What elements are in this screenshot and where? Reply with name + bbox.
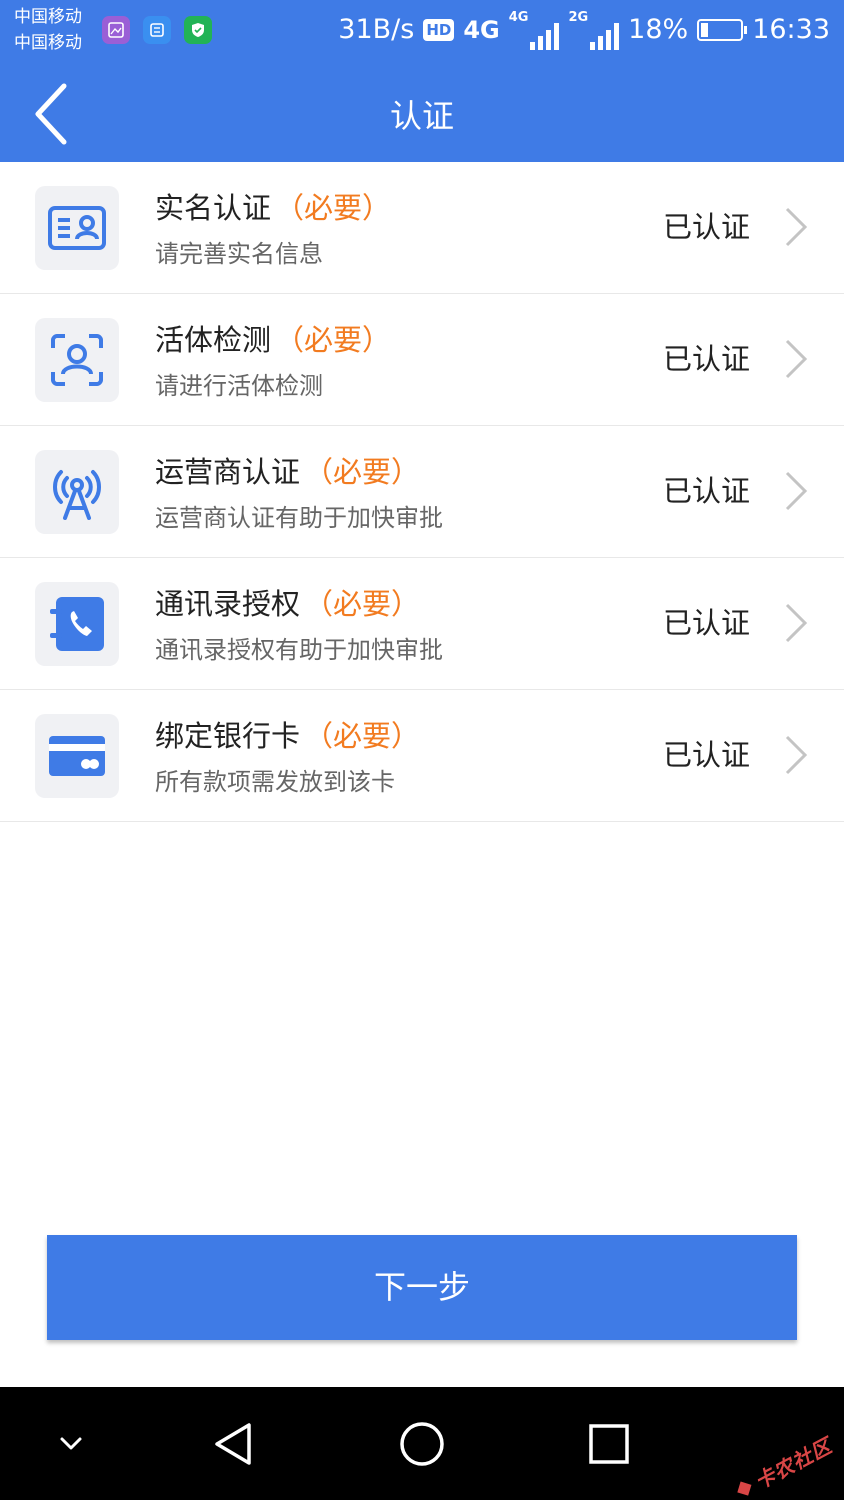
required-tag: （必要） [304,455,421,489]
item-title: 实名认证 [155,191,272,225]
battery-icon [697,19,748,41]
signal-bars-2-icon [590,22,620,50]
item-description: 运营商认证有助于加快审批 [155,504,443,532]
verification-list: 实名认证 （必要） 请完善实名信息 已认证 活体检测 （必要） 请进行活体检测 … [0,162,844,822]
item-title-line: 通讯录授权 （必要） [155,586,420,622]
verify-item-contacts[interactable]: 通讯录授权 （必要） 通讯录授权有助于加快审批 已认证 [0,558,844,690]
verify-item-liveness[interactable]: 活体检测 （必要） 请进行活体检测 已认证 [0,294,844,426]
status-indicators: 31B/s HD 4G 4G 2G 18% 16:33 [338,10,830,50]
required-tag: （必要） [275,191,392,225]
nav-collapse-button[interactable] [44,1417,98,1471]
required-tag: （必要） [304,587,421,621]
circle-home-icon [400,1422,444,1466]
verify-item-real-name[interactable]: 实名认证 （必要） 请完善实名信息 已认证 [0,162,844,294]
triangle-back-icon [215,1423,251,1465]
face-scan-icon [35,318,119,402]
item-status: 已认证 [662,738,750,772]
signal-bars-1-icon [530,22,560,50]
item-title-line: 绑定银行卡 （必要） [155,718,420,754]
carrier-labels: 中国移动 中国移动 [14,4,82,56]
battery-fill [701,23,709,37]
watermark-icon [737,1481,752,1496]
header-bar: 认证 [0,66,844,162]
card-app-icon [143,16,171,44]
net-2g-small: 2G [568,10,589,25]
item-title: 运营商认证 [155,455,301,489]
signal-sim1: 4G [509,10,560,50]
chevron-down-icon [60,1437,82,1450]
verify-item-carrier[interactable]: 运营商认证 （必要） 运营商认证有助于加快审批 已认证 [0,426,844,558]
item-status: 已认证 [662,210,750,244]
system-nav-bar: 卡农社区 [0,1387,844,1500]
signal-tower-icon [35,450,119,534]
item-title-line: 实名认证 （必要） [155,190,391,226]
gallery-app-icon [102,16,130,44]
net-4g-small: 4G [508,10,529,25]
item-description: 请进行活体检测 [155,372,323,400]
watermark-text: 卡农社区 [750,1433,837,1494]
watermark-logo: 卡农社区 [729,1430,836,1500]
chevron-right-icon [785,471,808,511]
item-status: 已认证 [662,474,750,508]
item-description: 所有款项需发放到该卡 [155,768,395,796]
chevron-right-icon [785,603,808,643]
chevron-right-icon [785,339,808,379]
hd-badge: HD [423,19,455,41]
item-status: 已认证 [662,606,750,640]
square-recents-icon [589,1424,629,1464]
next-step-button[interactable]: 下一步 [47,1235,797,1340]
carrier-2: 中国移动 [14,33,82,53]
item-description: 通讯录授权有助于加快审批 [155,636,443,664]
contacts-phone-icon [35,582,119,666]
shield-app-icon [184,16,212,44]
carrier-1: 中国移动 [14,7,82,27]
item-title-line: 运营商认证 （必要） [155,454,420,490]
battery-percent: 18% [628,14,689,45]
required-tag: （必要） [304,719,421,753]
bank-card-icon [35,714,119,798]
net-speed: 31B/s [338,14,415,45]
page-title: 认证 [389,97,454,135]
item-title: 通讯录授权 [155,587,301,621]
nav-back-button[interactable] [207,1417,261,1471]
app-root: 中国移动 中国移动 31B/s HD 4G 4G 2G 18% 16:33 认证… [0,0,844,1500]
chevron-right-icon [785,207,808,247]
nav-home-button[interactable] [395,1417,449,1471]
item-status: 已认证 [662,342,750,376]
verify-item-bank-card[interactable]: 绑定银行卡 （必要） 所有款项需发放到该卡 已认证 [0,690,844,822]
network-4g-label: 4G [463,16,500,44]
signal-sim2: 2G [568,10,620,50]
item-title: 活体检测 [155,323,272,357]
notification-icons [102,16,212,44]
item-description: 请完善实名信息 [155,240,323,268]
nav-recents-button[interactable] [582,1417,636,1471]
id-card-icon [35,186,119,270]
required-tag: （必要） [275,323,392,357]
status-bar: 中国移动 中国移动 31B/s HD 4G 4G 2G 18% 16:33 [0,0,844,66]
item-title-line: 活体检测 （必要） [155,322,391,358]
chevron-right-icon [785,735,808,775]
item-title: 绑定银行卡 [155,719,301,753]
clock: 16:33 [752,14,830,45]
